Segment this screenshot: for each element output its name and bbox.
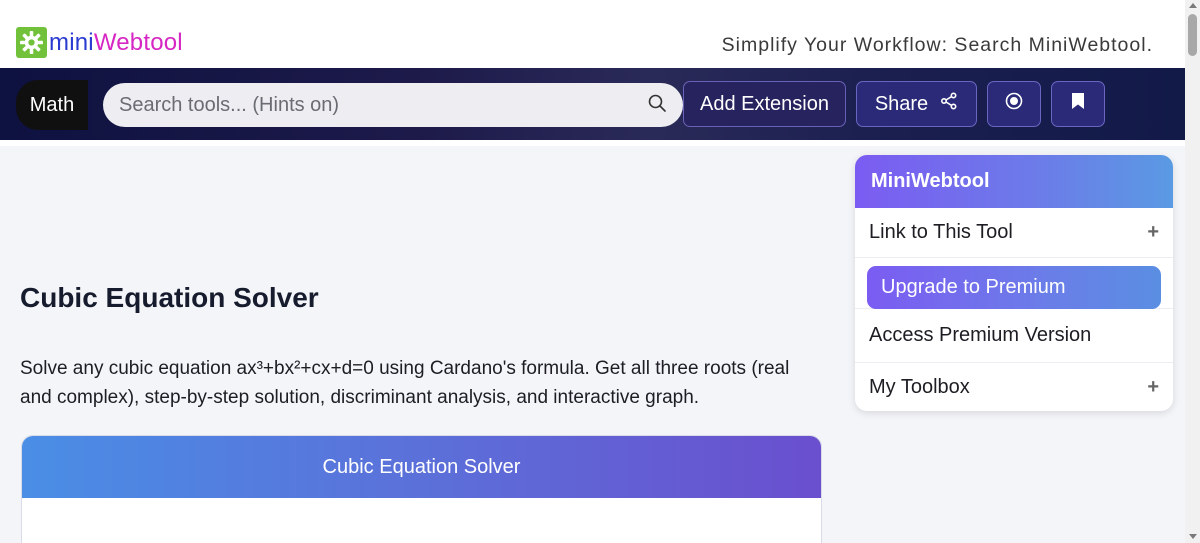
gear-icon	[16, 27, 47, 58]
page-title: Cubic Equation Solver	[20, 282, 319, 313]
sidebar-item-label: Link to This Tool	[869, 221, 1013, 243]
expand-icon[interactable]: +	[1147, 221, 1159, 244]
record-button[interactable]	[987, 81, 1041, 127]
page-description: Solve any cubic equation ax³+bx²+cx+d=0 …	[20, 358, 790, 408]
expand-icon[interactable]: +	[1147, 376, 1159, 399]
scroll-up-arrow-icon[interactable]	[1189, 3, 1197, 8]
sidebar-item-link-to-tool[interactable]: Link to This Tool +	[855, 208, 1173, 258]
site-logo[interactable]: miniWebtool	[16, 27, 183, 58]
share-button[interactable]: Share	[856, 81, 977, 127]
header-divider	[0, 140, 1185, 146]
logo-text-mini: mini	[49, 29, 94, 56]
solver-card-title: Cubic Equation Solver	[22, 436, 821, 498]
site-tagline: Simplify Your Workflow: Search MiniWebto…	[721, 34, 1153, 56]
sidebar-item-label: My Toolbox	[869, 375, 970, 398]
search-input[interactable]	[119, 93, 647, 117]
record-icon	[1005, 92, 1023, 116]
nav-bar: Math Add Extension Share	[0, 68, 1185, 140]
search-box	[103, 83, 683, 127]
add-extension-button[interactable]: Add Extension	[683, 81, 846, 127]
category-button[interactable]: Math	[16, 80, 88, 130]
logo-text-webtool: Webtool	[93, 29, 183, 56]
sidebar-title: MiniWebtool	[855, 155, 1173, 208]
share-icon	[940, 92, 958, 116]
search-icon[interactable]	[647, 93, 667, 118]
premium-row: Upgrade to Premium	[855, 258, 1173, 309]
bookmark-icon	[1070, 92, 1086, 116]
upgrade-premium-button[interactable]: Upgrade to Premium	[867, 266, 1161, 309]
sidebar-panel: MiniWebtool Link to This Tool + Upgrade …	[855, 155, 1173, 411]
sidebar-item-label: Access Premium Version	[869, 324, 1092, 346]
sidebar-item-access-premium[interactable]: Access Premium Version	[855, 309, 1173, 363]
sidebar-item-my-toolbox[interactable]: My Toolbox +	[855, 363, 1173, 411]
scrollbar-thumb[interactable]	[1188, 14, 1197, 56]
share-button-label: Share	[874, 92, 929, 115]
site-header: miniWebtool Simplify Your Workflow: Sear…	[0, 0, 1185, 68]
scroll-down-arrow-icon[interactable]	[1189, 534, 1197, 539]
logo-text: miniWebtool	[49, 27, 183, 58]
solver-card: Cubic Equation Solver	[21, 435, 822, 543]
bookmark-button[interactable]	[1051, 81, 1105, 127]
page-scrollbar[interactable]	[1185, 0, 1200, 543]
